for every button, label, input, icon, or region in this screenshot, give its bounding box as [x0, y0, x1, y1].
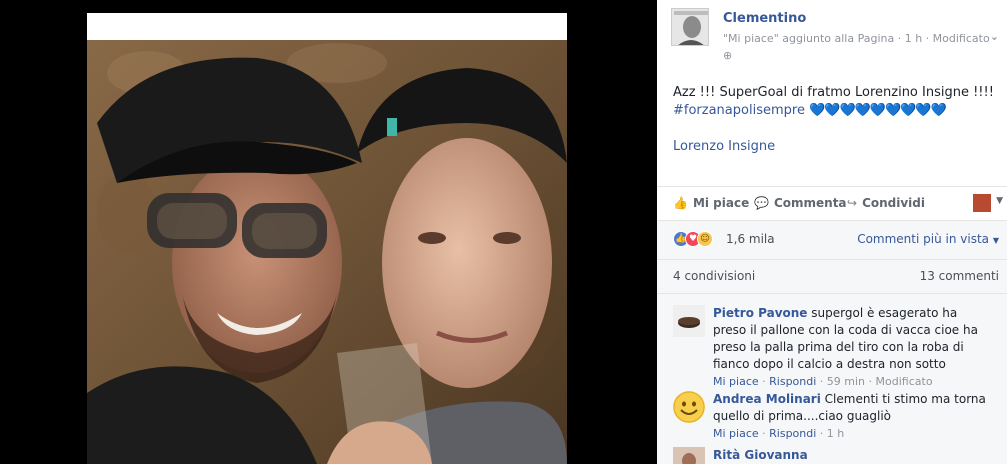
- comment-time[interactable]: 59 min: [827, 375, 865, 388]
- page-name-link[interactable]: Clementino: [723, 11, 806, 26]
- comment-edited[interactable]: Modificato: [876, 375, 933, 388]
- blue-hearts: 💙💙💙💙💙💙💙💙💙: [809, 103, 947, 118]
- post-as-avatar[interactable]: [973, 194, 991, 212]
- avatar-image: [673, 447, 705, 464]
- caret-down-icon: ▼: [992, 236, 999, 245]
- comment-like-link[interactable]: Mi piace: [713, 427, 759, 440]
- photo-top-edge: [87, 13, 567, 40]
- globe-icon: ⊕: [723, 49, 733, 62]
- photo-stage[interactable]: [0, 0, 657, 464]
- mention-link[interactable]: Lorenzo Insigne: [673, 139, 775, 154]
- comment-label: Commenta: [773, 196, 847, 210]
- comment-body: Pietro Pavone supergol è esagerato ha pr…: [713, 305, 993, 373]
- comment-author-link[interactable]: Pietro Pavone: [713, 306, 807, 320]
- share-arrow-icon: ↪: [847, 196, 858, 210]
- comment-meta: Mi piace · Rispondi · 1 h: [713, 427, 845, 440]
- avatar-image: [673, 305, 705, 337]
- comment-author-link[interactable]: Andrea Molinari: [713, 392, 821, 406]
- feedback-area: 👍 ♥ ☺ 1,6 mila Commenti più in vista ▼ 4…: [657, 220, 1007, 464]
- comment-item: Andrea Molinari Clementi ti stimo ma tor…: [657, 391, 1007, 445]
- comment-like-link[interactable]: Mi piace: [713, 375, 759, 388]
- comment-author-link[interactable]: Rità Giovanna: [713, 448, 808, 462]
- selfie-image: [87, 13, 567, 464]
- hashtag-link[interactable]: #forzanapolisempre: [673, 103, 805, 118]
- post-text: Azz !!! SuperGoal di fratmo Lorenzino In…: [673, 85, 994, 100]
- thumbs-up-icon: 👍: [673, 196, 688, 210]
- comment-item: Rità Giovanna: [657, 447, 1007, 464]
- reactions-count[interactable]: 1,6 mila: [726, 232, 775, 246]
- comment-meta: Mi piace · Rispondi · 59 min · Modificat…: [713, 375, 933, 388]
- comment-sort-dropdown[interactable]: Commenti più in vista ▼: [857, 232, 999, 246]
- commenter-avatar[interactable]: [673, 391, 705, 423]
- shares-count[interactable]: 4 condivisioni: [673, 269, 755, 283]
- comment-time[interactable]: 1 h: [827, 427, 844, 440]
- comment-body: Rità Giovanna: [713, 447, 993, 464]
- photo-viewer: Clementino "Mi piace" aggiunto alla Pagi…: [0, 0, 1007, 464]
- avatar-image: [672, 9, 708, 45]
- page-avatar[interactable]: [671, 8, 709, 46]
- comment-button[interactable]: 💬 Commenta: [754, 196, 847, 210]
- haha-reaction-icon: ☺: [697, 231, 713, 247]
- smiley-face-icon: [673, 391, 705, 423]
- comment-body: Andrea Molinari Clementi ti stimo ma tor…: [713, 391, 993, 425]
- sort-label: Commenti più in vista: [857, 232, 990, 246]
- comment-item: Pietro Pavone supergol è esagerato ha pr…: [657, 305, 1007, 388]
- post-hashtag-line: #forzanapolisempre 💙💙💙💙💙💙💙💙💙: [673, 103, 947, 118]
- post-side-panel: Clementino "Mi piace" aggiunto alla Pagi…: [657, 0, 1007, 464]
- comment-reply-link[interactable]: Rispondi: [769, 427, 816, 440]
- chevron-down-icon[interactable]: ⌄: [990, 30, 999, 43]
- like-button[interactable]: 👍 Mi piace: [673, 196, 749, 210]
- post-photo[interactable]: [87, 13, 567, 464]
- share-label: Condividi: [862, 196, 925, 210]
- commenter-avatar[interactable]: [673, 447, 705, 464]
- post-meta: "Mi piace" aggiunto alla Pagina · 1 h · …: [723, 32, 997, 45]
- shares-row: 4 condivisioni 13 commenti: [657, 259, 1007, 294]
- speech-bubble-icon: 💬: [754, 196, 769, 210]
- like-label: Mi piace: [692, 196, 750, 210]
- action-bar: 👍 Mi piace 💬 Commenta ↪ Condividi ▼: [657, 186, 1007, 220]
- caret-down-icon[interactable]: ▼: [996, 196, 1003, 206]
- comments-count[interactable]: 13 commenti: [920, 269, 999, 283]
- comment-reply-link[interactable]: Rispondi: [769, 375, 816, 388]
- commenter-avatar[interactable]: [673, 305, 705, 337]
- share-button[interactable]: ↪ Condividi: [847, 196, 925, 210]
